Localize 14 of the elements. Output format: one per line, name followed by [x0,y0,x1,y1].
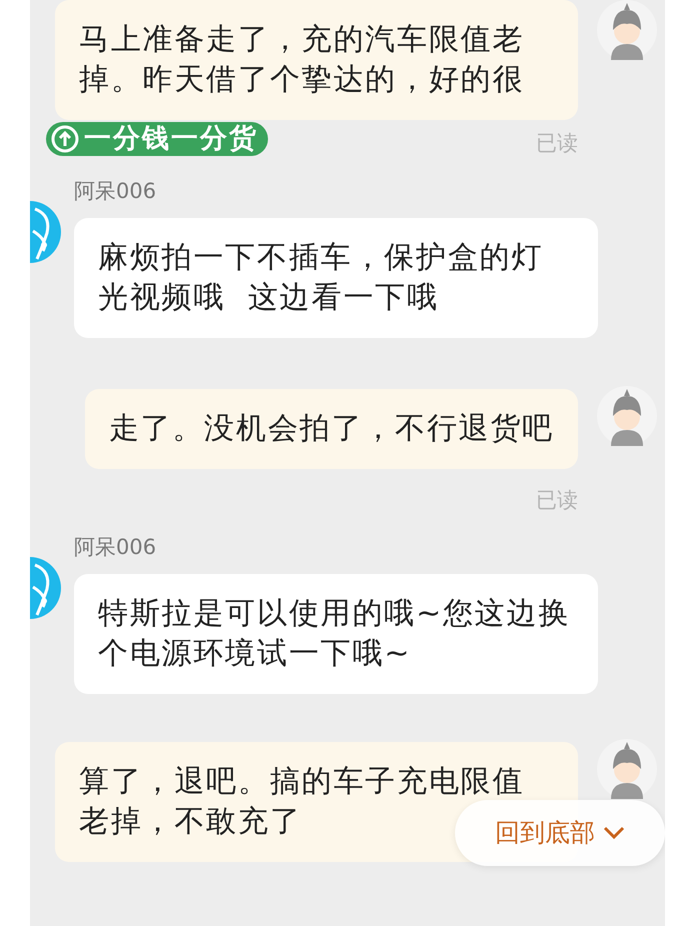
message-bubble: 特斯拉是可以使用的哦~您这边换个电源环境试一下哦~ [74,574,598,694]
scroll-to-bottom-button[interactable]: 回到底部 [455,800,665,866]
chevron-down-icon [603,826,625,840]
avatar [597,386,657,446]
read-receipt: 已读 [536,487,578,513]
message-bubble: 马上准备走了，充的汽车限值老掉。昨天借了个挚达的，好的很 [55,0,578,120]
message-bubble: 走了。没机会拍了，不行退货吧 [84,389,578,469]
arrow-up-circle-icon [50,124,80,154]
avatar [597,739,657,799]
read-receipt: 已读 [536,130,578,156]
sender-name: 阿呆006 [74,534,158,560]
sender-name: 阿呆006 [74,178,158,204]
message-bubble: 麻烦拍一下不插车，保护盒的灯光视频哦 这边看一下哦 [74,218,598,338]
sticker-tag: 一分钱一分货 [46,122,268,156]
